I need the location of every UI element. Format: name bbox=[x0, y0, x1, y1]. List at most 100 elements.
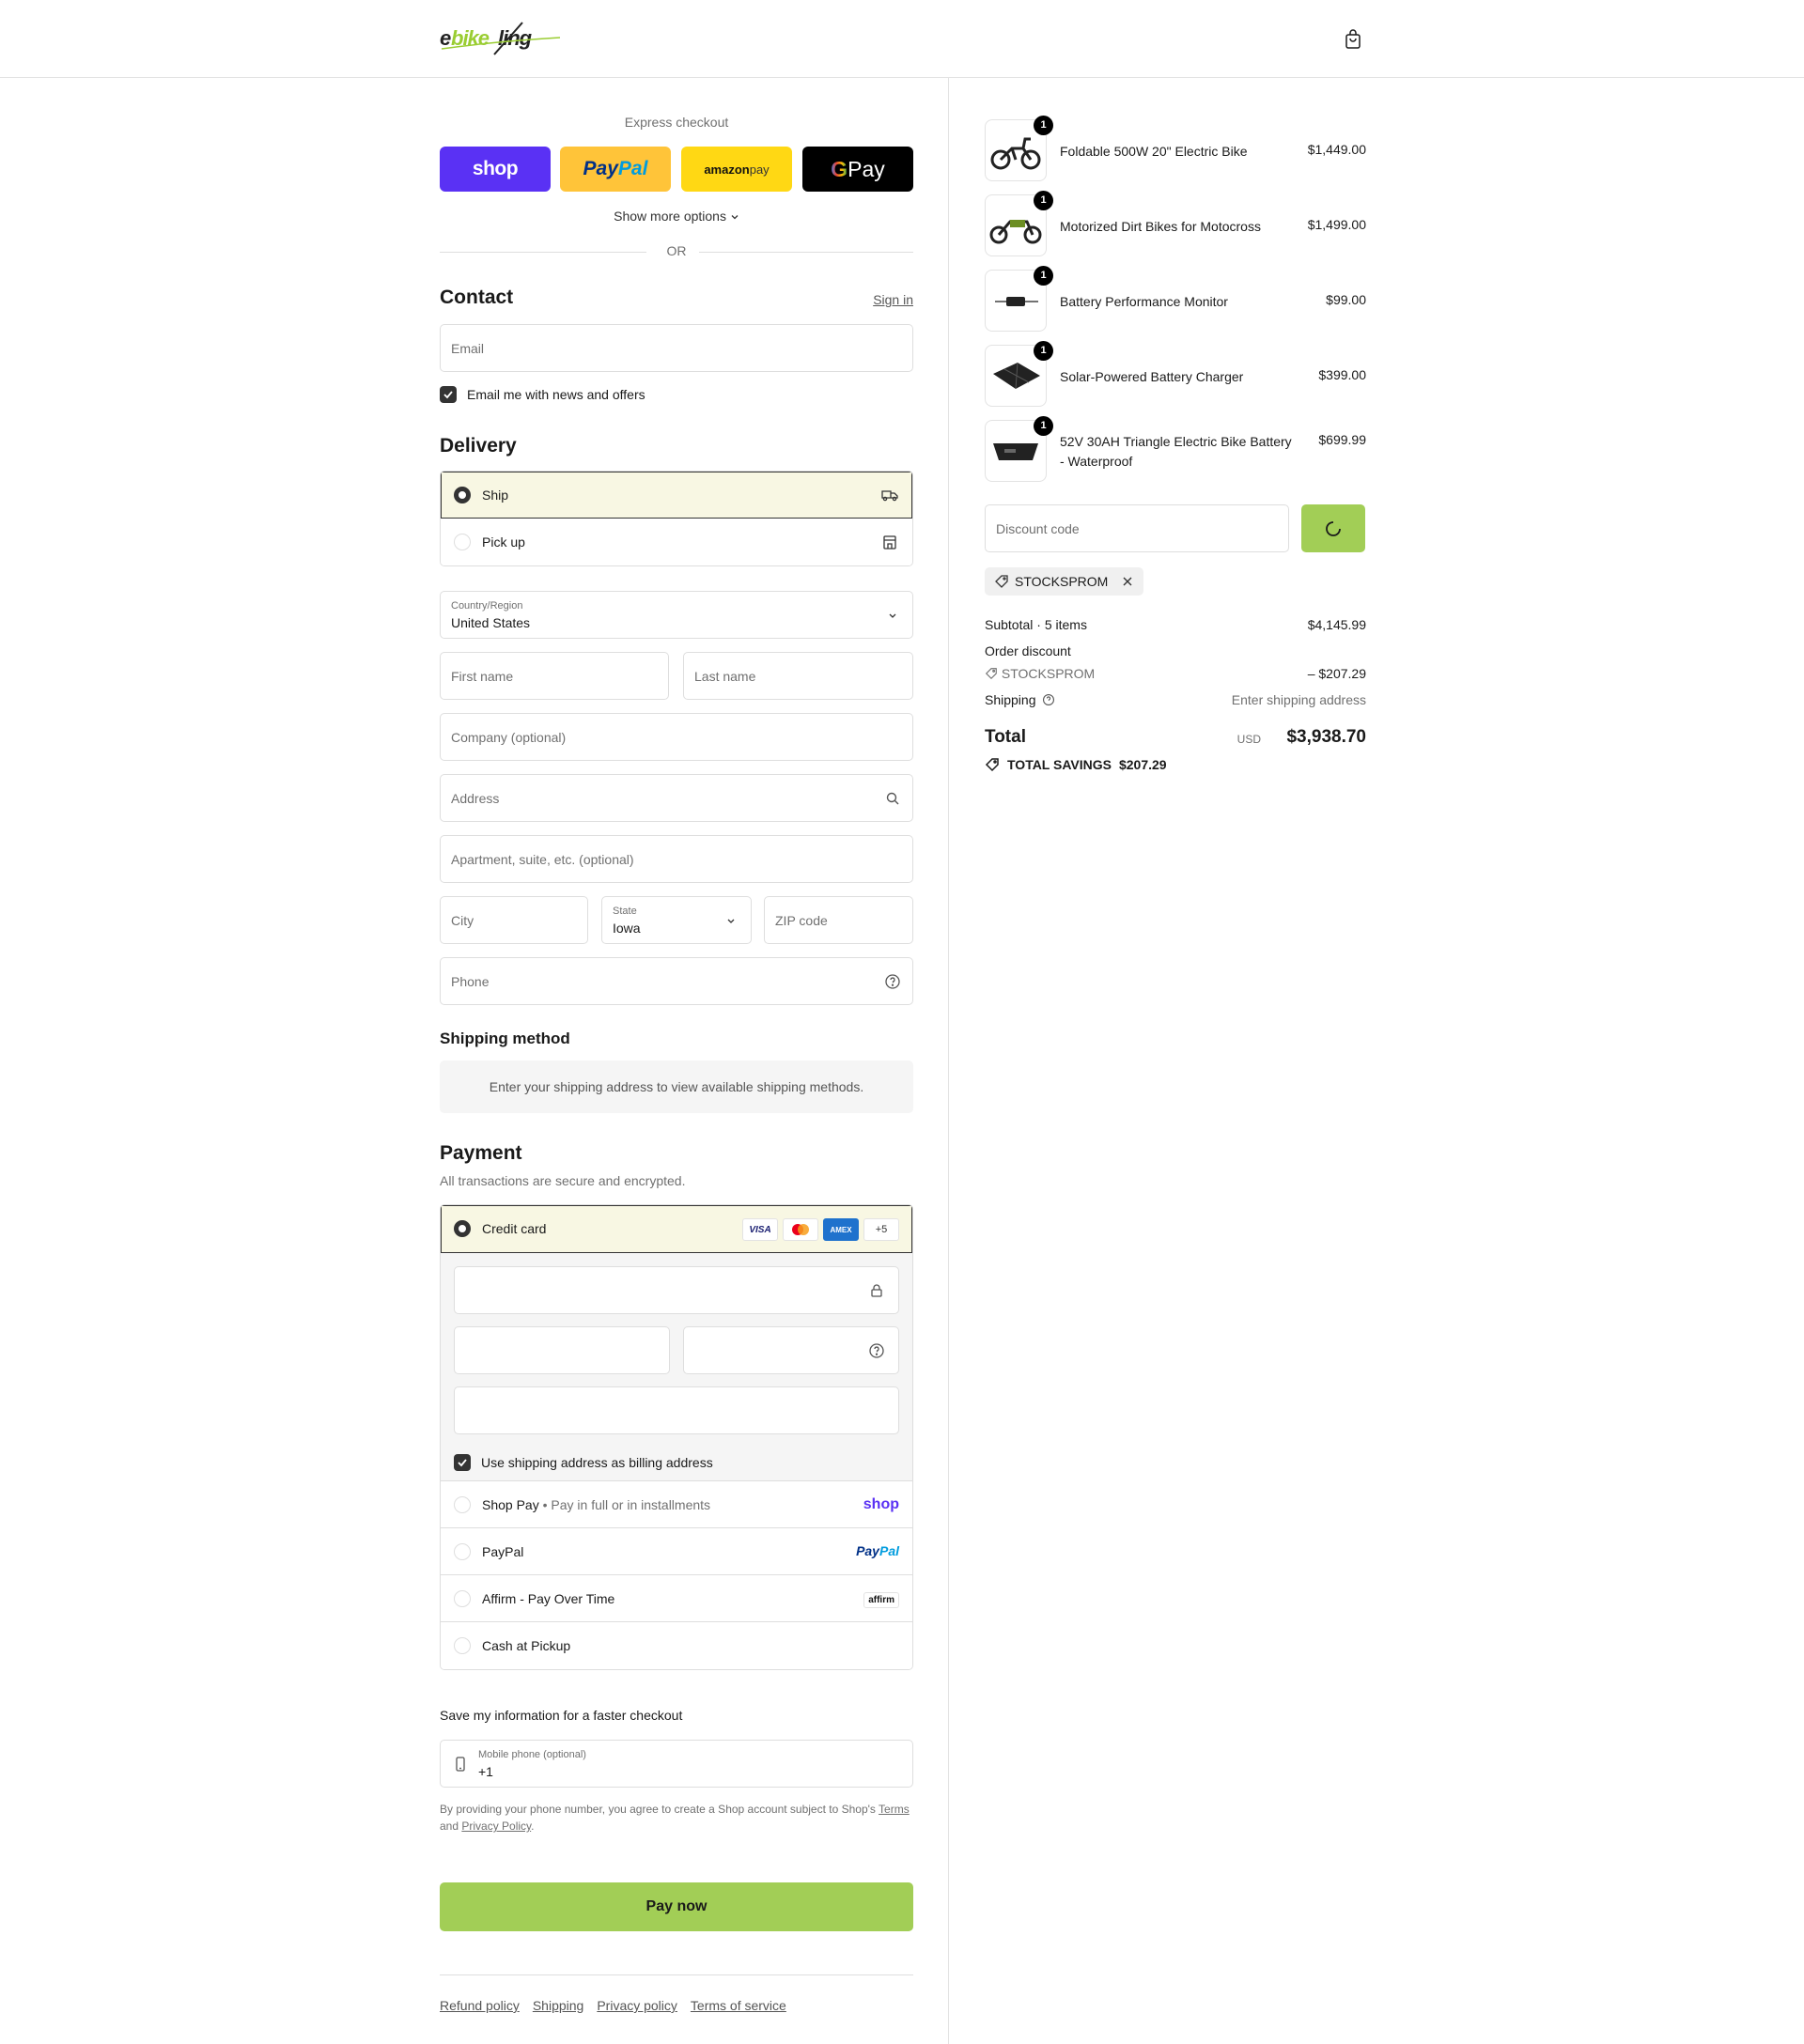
state-value: Iowa bbox=[613, 921, 641, 936]
payment-option-credit-card[interactable]: Credit card VISA AMEX +5 bbox=[441, 1205, 912, 1253]
delivery-option-pickup[interactable]: Pick up bbox=[441, 519, 912, 565]
item-price: $99.00 bbox=[1326, 292, 1366, 307]
amazon-logo-part: amazon bbox=[704, 162, 750, 177]
help-circle-icon[interactable] bbox=[1042, 693, 1055, 706]
paypal-express-button[interactable]: Pay Pal bbox=[560, 147, 671, 192]
discount-code-line: STOCKSPROM bbox=[985, 666, 1095, 681]
radio-pickup[interactable] bbox=[454, 534, 471, 550]
security-code-field[interactable] bbox=[683, 1326, 899, 1374]
company-field[interactable]: Company (optional) bbox=[440, 713, 913, 761]
quantity-badge: 1 bbox=[1034, 116, 1053, 135]
discount-value: – $207.29 bbox=[1307, 666, 1366, 681]
phone-field[interactable]: Phone bbox=[440, 957, 913, 1005]
newsletter-checkbox[interactable] bbox=[440, 386, 457, 403]
help-circle-icon[interactable] bbox=[868, 1342, 885, 1359]
store-icon bbox=[883, 535, 896, 550]
amazon-pay-express-button[interactable]: amazon pay bbox=[681, 147, 792, 192]
privacy-policy-link[interactable]: Privacy Policy bbox=[461, 1819, 531, 1833]
radio-paypal[interactable] bbox=[454, 1543, 471, 1560]
radio-ship[interactable] bbox=[454, 487, 471, 503]
first-name-placeholder: First name bbox=[451, 669, 514, 684]
ebikeling-logo[interactable]: e bike ling bbox=[440, 21, 564, 56]
address-field[interactable]: Address bbox=[440, 774, 913, 822]
radio-credit-card[interactable] bbox=[454, 1220, 471, 1237]
total-value: $3,938.70 bbox=[1286, 727, 1366, 747]
terms-text: . bbox=[531, 1819, 535, 1833]
mobile-phone-field[interactable]: Mobile phone (optional) +1 bbox=[440, 1740, 913, 1788]
email-field[interactable]: Email bbox=[440, 324, 913, 372]
radio-affirm[interactable] bbox=[454, 1590, 471, 1607]
show-more-options-link[interactable]: Show more options bbox=[440, 209, 913, 224]
more-cards-badge: +5 bbox=[863, 1218, 899, 1241]
card-number-field[interactable] bbox=[454, 1266, 899, 1314]
tag-icon bbox=[985, 668, 997, 680]
paypal-logo-part: Pay bbox=[583, 158, 618, 179]
affirm-logo: affirm bbox=[863, 1592, 899, 1608]
shop-pay-label: Shop Pay • Pay in full or in installment… bbox=[482, 1497, 711, 1512]
delivery-option-ship[interactable]: Ship bbox=[441, 472, 912, 519]
shop-pay-express-button[interactable]: shop bbox=[440, 147, 551, 192]
paypal-logo-part: Pal bbox=[879, 1543, 899, 1558]
total-savings: TOTAL SAVINGS $207.29 bbox=[985, 757, 1167, 772]
payment-subtitle: All transactions are secure and encrypte… bbox=[440, 1173, 686, 1188]
item-name: Motorized Dirt Bikes for Motocross bbox=[1060, 219, 1261, 234]
shipping-policy-link[interactable]: Shipping bbox=[533, 1998, 584, 2013]
paypal-logo: PayPal bbox=[856, 1543, 899, 1558]
shopping-bag-icon[interactable] bbox=[1342, 28, 1364, 51]
sign-in-link[interactable]: Sign in bbox=[873, 292, 913, 307]
delivery-options: Ship Pick up bbox=[440, 471, 913, 566]
pickup-label: Pick up bbox=[482, 534, 525, 550]
payment-option-affirm[interactable]: Affirm - Pay Over Time affirm bbox=[441, 1575, 912, 1622]
expiration-date-field[interactable] bbox=[454, 1326, 670, 1374]
radio-cash-pickup[interactable] bbox=[454, 1637, 471, 1654]
state-select[interactable]: State Iowa bbox=[601, 896, 752, 944]
apartment-placeholder: Apartment, suite, etc. (optional) bbox=[451, 852, 634, 867]
delivery-heading: Delivery bbox=[440, 435, 517, 457]
payment-option-cash-pickup[interactable]: Cash at Pickup bbox=[441, 1622, 912, 1669]
refund-policy-link[interactable]: Refund policy bbox=[440, 1998, 520, 2013]
pay-now-button[interactable]: Pay now bbox=[440, 1882, 913, 1931]
payment-option-shop-pay[interactable]: Shop Pay • Pay in full or in installment… bbox=[441, 1481, 912, 1528]
city-placeholder: City bbox=[451, 913, 474, 928]
payment-options: Credit card VISA AMEX +5 Use shipping ad… bbox=[440, 1204, 913, 1670]
terms-of-service-link[interactable]: Terms of service bbox=[691, 1998, 786, 2013]
paypal-label: PayPal bbox=[482, 1544, 524, 1559]
order-discount-row: Order discount bbox=[985, 643, 1366, 658]
shop-pay-name: Shop Pay bbox=[482, 1497, 539, 1512]
name-on-card-field[interactable] bbox=[454, 1386, 899, 1434]
country-select[interactable]: Country/Region United States bbox=[440, 591, 913, 639]
paypal-logo-part: Pay bbox=[856, 1543, 879, 1558]
terms-link[interactable]: Terms bbox=[879, 1803, 910, 1816]
zip-placeholder: ZIP code bbox=[775, 913, 828, 928]
cart-item: 1 Foldable 500W 20" Electric Bike $1,449… bbox=[985, 116, 1366, 181]
payment-option-paypal[interactable]: PayPal PayPal bbox=[441, 1528, 912, 1575]
close-icon[interactable] bbox=[1121, 575, 1134, 588]
city-field[interactable]: City bbox=[440, 896, 588, 944]
billing-address-checkbox[interactable] bbox=[454, 1454, 471, 1471]
discount-code-field[interactable]: Discount code bbox=[985, 504, 1289, 552]
credit-card-label: Credit card bbox=[482, 1221, 547, 1236]
apply-discount-button[interactable] bbox=[1301, 504, 1365, 552]
radio-shop-pay[interactable] bbox=[454, 1496, 471, 1513]
save-info-title: Save my information for a faster checkou… bbox=[440, 1708, 683, 1723]
currency-code: USD bbox=[1236, 733, 1261, 746]
zip-field[interactable]: ZIP code bbox=[764, 896, 913, 944]
last-name-field[interactable]: Last name bbox=[683, 652, 913, 700]
footer-divider bbox=[440, 1974, 913, 1975]
help-circle-icon[interactable] bbox=[884, 973, 901, 990]
terms-text: and bbox=[440, 1819, 462, 1833]
item-price: $699.99 bbox=[1318, 432, 1366, 447]
apartment-field[interactable]: Apartment, suite, etc. (optional) bbox=[440, 835, 913, 883]
cart-item: 1 52V 30AH Triangle Electric Bike Batter… bbox=[985, 416, 1366, 482]
payment-heading: Payment bbox=[440, 1142, 522, 1164]
chevron-down-icon bbox=[731, 215, 739, 220]
item-name: Solar-Powered Battery Charger bbox=[1060, 369, 1244, 384]
express-checkout-title: Express checkout bbox=[624, 115, 729, 130]
google-pay-express-button[interactable]: G Pay bbox=[802, 147, 913, 192]
first-name-field[interactable]: First name bbox=[440, 652, 669, 700]
country-value: United States bbox=[451, 615, 531, 630]
shipping-method-heading: Shipping method bbox=[440, 1030, 570, 1047]
privacy-policy-link[interactable]: Privacy policy bbox=[597, 1998, 677, 2013]
google-g-icon: G bbox=[831, 156, 848, 181]
subtotal-label: Subtotal · 5 items bbox=[985, 617, 1087, 632]
